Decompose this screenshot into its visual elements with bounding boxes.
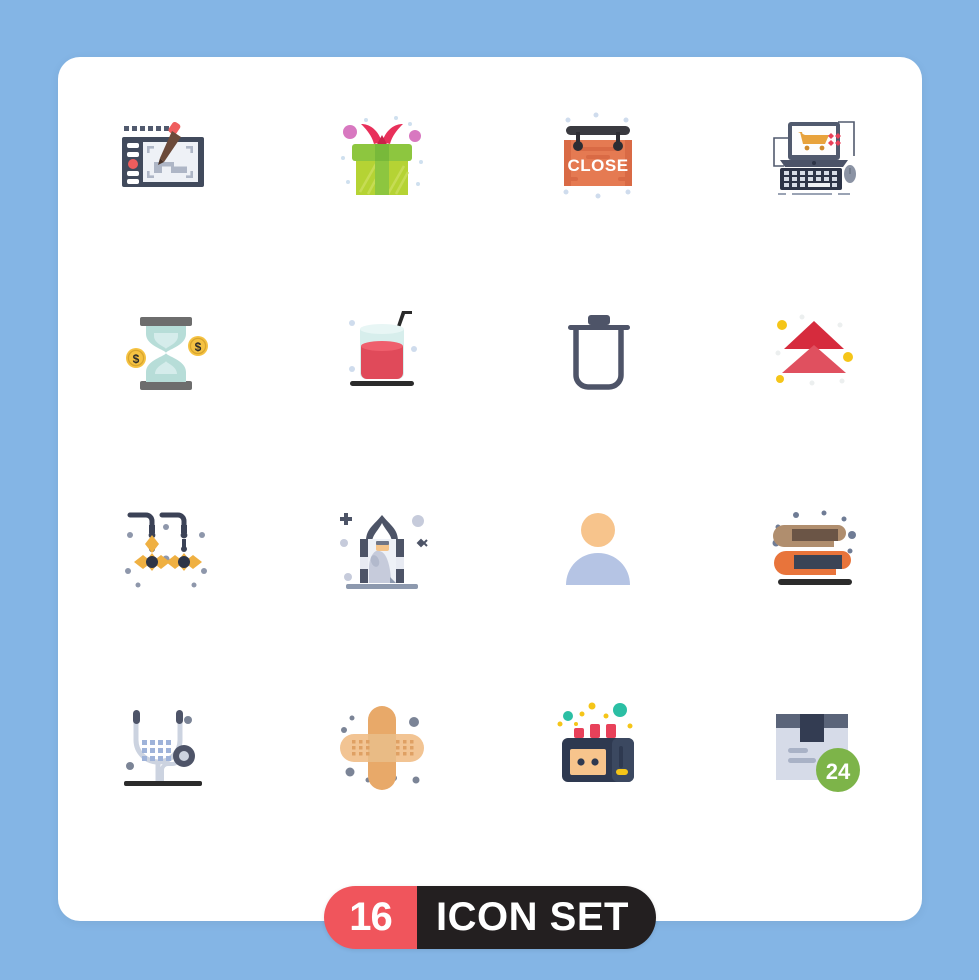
icon-cell-praying-muslim[interactable] <box>274 452 490 650</box>
delivery-badge-text: 24 <box>826 759 851 784</box>
icon-set-title: ICON SET <box>417 886 656 949</box>
praying-muslim-icon <box>340 512 428 589</box>
gift-box-icon <box>341 115 423 195</box>
icon-cell-user-avatar[interactable] <box>490 452 706 650</box>
stethoscope-icon <box>124 710 202 787</box>
bandage-cross-icon <box>340 706 424 791</box>
icon-set-badge: 16 ICON SET <box>324 886 656 949</box>
icon-cell-tape-recorder[interactable] <box>490 650 706 848</box>
icon-cell-gift-box[interactable] <box>274 57 490 255</box>
earrings-icon <box>125 512 207 588</box>
icon-cell-graphic-tablet[interactable] <box>58 57 274 255</box>
trash-bin-icon <box>568 315 630 390</box>
tape-recorder-icon <box>557 702 634 783</box>
svg-text:CLOSE: CLOSE <box>567 156 628 175</box>
svg-text:$: $ <box>195 340 202 354</box>
up-arrows-icon <box>775 314 853 386</box>
juice-glass-icon <box>349 311 417 387</box>
icon-cell-close-sign[interactable]: CLOSE <box>490 57 706 255</box>
icon-cell-book-stack[interactable] <box>706 452 922 650</box>
icon-cell-juice-glass[interactable] <box>274 255 490 453</box>
icon-cell-delivery-box-24h[interactable]: 24 <box>706 650 922 848</box>
icon-cell-bandage-cross[interactable] <box>274 650 490 848</box>
svg-text:$: $ <box>133 352 140 366</box>
icon-cell-time-is-money[interactable]: $ $ <box>58 255 274 453</box>
icon-count: 16 <box>324 886 417 949</box>
time-is-money-icon: $ $ <box>126 317 208 391</box>
icon-cell-online-shopping[interactable] <box>706 57 922 255</box>
icon-cell-stethoscope[interactable] <box>58 650 274 848</box>
close-sign-icon: CLOSE <box>563 112 632 199</box>
icon-grid: CLOSE $ $ 24 <box>58 57 922 847</box>
graphic-tablet-icon <box>122 121 204 187</box>
book-stack-icon <box>772 510 856 585</box>
icon-cell-earrings[interactable] <box>58 452 274 650</box>
delivery-box-24h-icon: 24 <box>776 714 860 793</box>
online-shopping-icon <box>773 120 856 195</box>
icon-cell-up-arrows[interactable] <box>706 255 922 453</box>
user-avatar-icon <box>566 512 630 585</box>
icon-cell-trash-bin[interactable] <box>490 255 706 453</box>
